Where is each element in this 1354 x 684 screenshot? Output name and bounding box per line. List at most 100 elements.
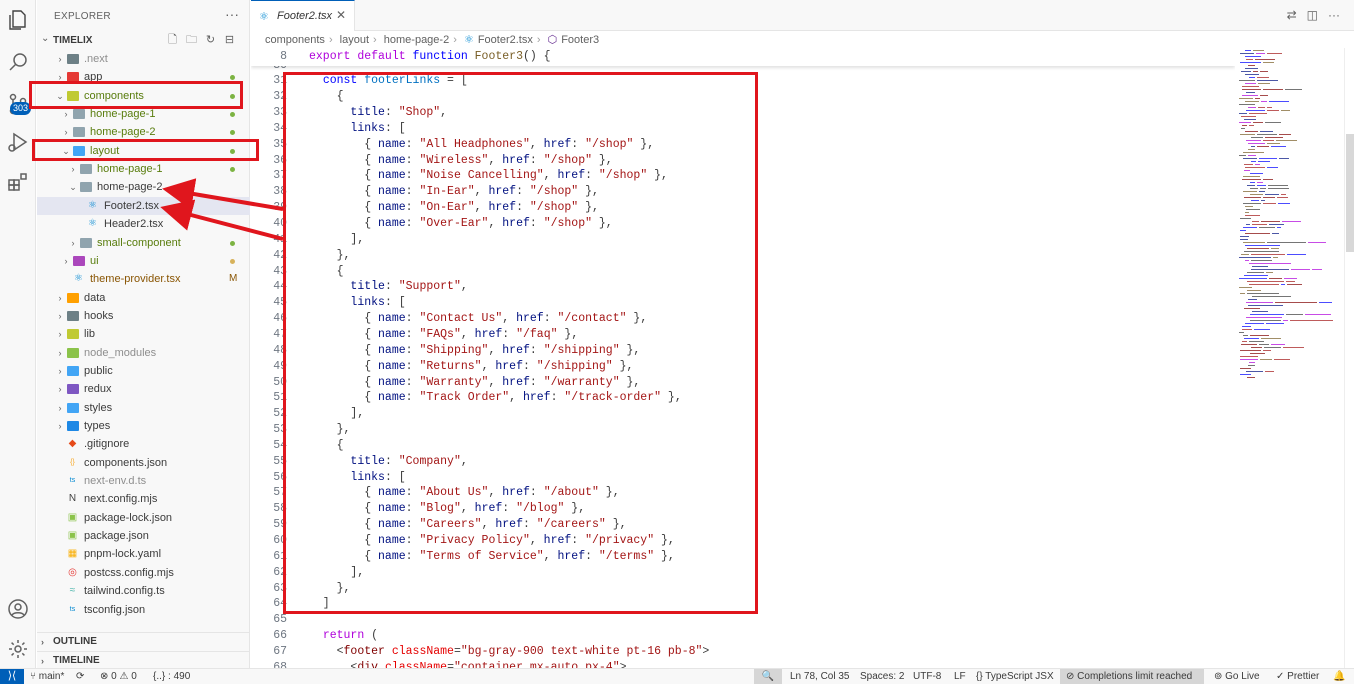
minimap-line — [1240, 134, 1255, 135]
go-live-button[interactable]: ⊚ Go Live — [1214, 669, 1260, 684]
tree-item[interactable]: ⚛ Header2.tsx — [37, 215, 250, 233]
minimap-line — [1251, 137, 1263, 138]
chevron-right-icon: › — [41, 637, 44, 647]
tree-item[interactable]: {} components.json — [37, 454, 250, 472]
new-file-icon[interactable]: 🗋 — [165, 33, 180, 48]
vertical-scrollbar[interactable] — [1344, 48, 1354, 668]
indentation[interactable]: Spaces: 2 — [860, 669, 904, 684]
minimap-line — [1250, 320, 1281, 321]
collapse-all-icon[interactable]: ⊟ — [222, 33, 237, 48]
language-mode[interactable]: {} TypeScript JSX — [976, 669, 1054, 684]
minimap-line — [1240, 293, 1245, 294]
outline-section[interactable]: › OUTLINE — [37, 632, 250, 650]
tree-item[interactable]: › node_modules — [37, 344, 250, 362]
tree-item[interactable]: ts next-env.d.ts — [37, 472, 250, 490]
tree-item-label: components.json — [84, 456, 168, 469]
ports-indicator[interactable]: {..} : 490 — [153, 669, 190, 684]
minimap-line — [1243, 191, 1257, 192]
tree-item[interactable]: ▣ package.json — [37, 527, 250, 545]
tree-item[interactable]: › redux — [37, 380, 250, 398]
prettier-status[interactable]: ✓ Prettier — [1276, 669, 1319, 684]
minimap-line — [1286, 314, 1303, 315]
cursor-position[interactable]: Ln 78, Col 35 — [790, 669, 850, 684]
more-actions-icon[interactable]: ··· — [1328, 8, 1340, 22]
tree-item[interactable]: ◆ .gitignore — [37, 435, 250, 453]
branch-indicator[interactable]: ⑂ main* — [30, 669, 64, 684]
settings-gear-icon[interactable] — [6, 637, 30, 661]
tree-item[interactable]: › types — [37, 417, 250, 435]
problems-indicator[interactable]: ⊗ 0 ⚠ 0 — [100, 669, 137, 684]
remote-indicator-icon[interactable]: ⟩⟨ — [0, 669, 24, 684]
breadcrumb-item[interactable]: layout — [340, 34, 369, 46]
run-debug-icon[interactable] — [6, 130, 30, 154]
minimap-line — [1239, 332, 1244, 333]
minimap-line — [1245, 101, 1259, 102]
project-header[interactable]: ⌄ TIMELIX 🗋 🗀 ↻ ⊟ — [37, 33, 250, 51]
timeline-section[interactable]: › TIMELINE — [37, 651, 250, 669]
end-of-line[interactable]: LF — [954, 669, 966, 684]
completions-limit[interactable]: ⊘ Completions limit reached — [1060, 669, 1204, 684]
tree-item[interactable]: › lib — [37, 325, 250, 343]
files-icon[interactable] — [6, 8, 30, 32]
notifications-icon[interactable]: 🔔 — [1333, 669, 1345, 684]
sticky-scroll-line[interactable]: 8 export default function Footer3() { — [251, 48, 1235, 66]
tree-item[interactable]: ⚛ Footer2.tsx — [37, 196, 250, 215]
search-icon[interactable] — [6, 50, 30, 74]
refresh-icon[interactable]: ↻ — [203, 33, 218, 48]
chevron-right-icon: › — [58, 54, 62, 64]
folder-icon — [67, 365, 79, 376]
split-editor-icon[interactable]: ◫ — [1307, 8, 1318, 22]
new-folder-icon[interactable]: 🗀 — [184, 33, 199, 48]
minimap-line — [1261, 221, 1280, 222]
tree-item[interactable]: › hooks — [37, 307, 250, 325]
next-file-icon: N — [68, 493, 77, 505]
minimap-line — [1243, 335, 1248, 336]
status-bar: ⟩⟨ ⑂ main* ⟳ ⊗ 0 ⚠ 0 {..} : 490 🔍 Ln 78,… — [0, 668, 1354, 684]
search-icon[interactable]: 🔍 — [754, 669, 782, 684]
minimap-line — [1258, 161, 1270, 162]
tree-item[interactable]: ts tsconfig.json — [37, 601, 250, 619]
tree-item[interactable]: ▣ package-lock.json — [37, 509, 250, 527]
breadcrumb-item[interactable]: Footer3 — [561, 34, 599, 46]
modified-badge: M — [229, 273, 238, 285]
tree-item[interactable]: ≈ tailwind.config.ts — [37, 582, 250, 600]
sync-icon[interactable]: ⟳ — [76, 669, 84, 684]
encoding[interactable]: UTF-8 — [913, 669, 941, 684]
tree-item[interactable]: › data — [37, 289, 250, 307]
breadcrumb-item[interactable]: home-page-2 — [384, 34, 449, 46]
tree-item[interactable]: ◎ postcss.config.mjs — [37, 564, 250, 582]
react-file-icon: ⚛ — [88, 218, 97, 230]
minimap-line — [1266, 272, 1273, 273]
minimap-line — [1252, 311, 1268, 312]
tree-item[interactable]: › home-page-1 — [37, 160, 250, 178]
line-number: 66 — [273, 629, 287, 643]
close-icon[interactable]: ✕ — [336, 8, 346, 22]
line-number: 38 — [273, 185, 287, 199]
tree-item[interactable]: › ui — [37, 252, 250, 270]
minimap-line — [1263, 140, 1274, 141]
extensions-icon[interactable] — [6, 170, 30, 194]
compare-icon[interactable]: ⇄ — [1287, 8, 1297, 22]
breadcrumb-item[interactable]: components — [265, 34, 325, 46]
scrollbar-thumb[interactable] — [1346, 134, 1354, 252]
tree-item[interactable]: Nnext.config.mjs — [37, 490, 250, 508]
npm-file-icon: ▣ — [67, 530, 78, 542]
minimap-line — [1239, 257, 1271, 258]
tree-item[interactable]: › styles — [37, 399, 250, 417]
breadcrumb-item[interactable]: Footer2.tsx — [478, 34, 533, 46]
tree-item[interactable]: ⌄ home-page-2 — [37, 178, 250, 196]
tree-item[interactable]: › small-component — [37, 234, 250, 252]
more-actions-icon[interactable]: ··· — [225, 6, 239, 22]
minimap-line — [1249, 362, 1255, 363]
tab-footer2[interactable]: ⚛ Footer2.tsx ✕ — [251, 0, 355, 31]
minimap-line — [1245, 245, 1280, 246]
account-icon[interactable] — [6, 597, 30, 621]
tree-item[interactable]: ⚛ theme-provider.tsx M — [37, 270, 250, 288]
minimap-line — [1265, 194, 1279, 195]
tree-item[interactable]: › public — [37, 362, 250, 380]
minimap-line — [1265, 137, 1283, 138]
tree-item[interactable]: ▦ pnpm-lock.yaml — [37, 545, 250, 563]
tree-item[interactable]: › .next — [37, 50, 250, 68]
git-status-dot — [230, 112, 235, 118]
minimap[interactable] — [1235, 48, 1340, 668]
